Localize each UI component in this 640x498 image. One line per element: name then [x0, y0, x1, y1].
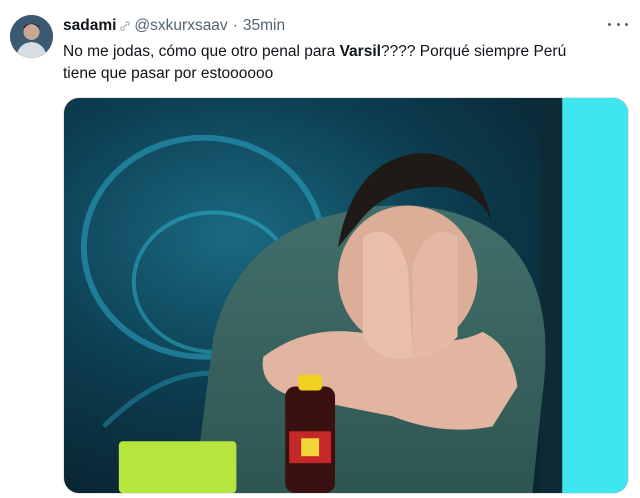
- more-dots-icon[interactable]: [608, 16, 628, 32]
- timestamp[interactable]: 35min: [243, 16, 285, 36]
- tweet-text: No me jodas, cómo que otro penal para Va…: [63, 41, 623, 85]
- tweet-text-line1-end: ???? Porqué siempre Perú: [380, 43, 567, 60]
- tweet-text-bold: Varsil: [339, 43, 381, 60]
- tweet-text-line2: tiene que pasar por estoooooo: [63, 65, 274, 82]
- tweet-header: sadami @sxkurxsaav · 35min: [63, 16, 285, 36]
- link-chain-icon: [120, 21, 131, 31]
- author-handle[interactable]: @sxkurxsaav: [134, 16, 227, 36]
- tweet-text-start: No me jodas, cómo que otro penal para: [63, 43, 340, 60]
- avatar[interactable]: [10, 15, 53, 58]
- tweet-media-image[interactable]: [63, 97, 629, 494]
- separator-dot: ·: [232, 17, 238, 34]
- author-name[interactable]: sadami: [63, 16, 116, 36]
